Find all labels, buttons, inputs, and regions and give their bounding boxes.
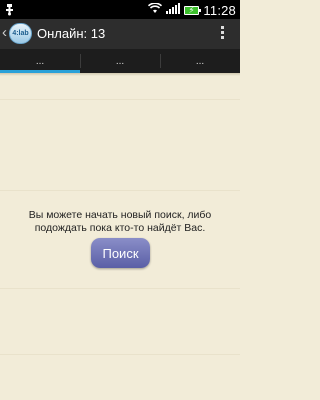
chevron-left-icon[interactable]: ‹ — [2, 24, 7, 42]
tab-2-label: ... — [115, 55, 125, 67]
background-line — [0, 288, 240, 289]
tab-3-label: ... — [195, 55, 205, 67]
tab-bar-shadow — [0, 73, 240, 76]
online-count-title: Онлайн: 13 — [37, 26, 106, 41]
app-logo-text: 4:lab — [12, 30, 29, 37]
background-line — [0, 99, 240, 100]
signal-icon — [166, 1, 181, 19]
background-line — [0, 354, 240, 355]
battery-charging-icon: ⚡ — [184, 5, 202, 15]
tab-3[interactable]: ... — [160, 49, 240, 73]
background-line — [0, 190, 240, 191]
overflow-menu-icon[interactable] — [221, 26, 224, 41]
tab-1-label: ... — [35, 55, 45, 67]
search-button[interactable]: Поиск — [91, 238, 150, 268]
app-logo-icon[interactable]: 4:lab — [9, 23, 32, 44]
wifi-icon — [148, 1, 163, 19]
search-prompt-message: Вы можете начать новый поиск, либо подож… — [28, 209, 212, 234]
tab-2[interactable]: ... — [80, 49, 160, 73]
action-bar: ‹ 4:lab Онлайн: 13 — [0, 19, 240, 49]
status-time: 11:28 — [203, 2, 236, 18]
status-bar: ⚡ 11:28 — [0, 0, 240, 19]
